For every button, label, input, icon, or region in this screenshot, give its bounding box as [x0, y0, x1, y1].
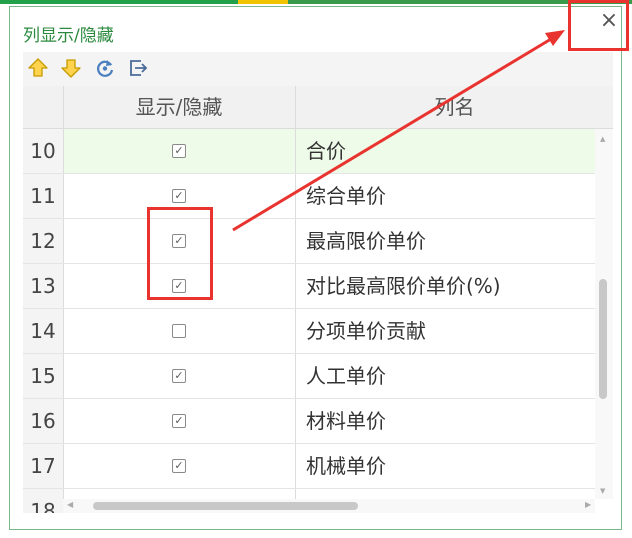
- vertical-scrollbar[interactable]: ▲ ▼: [595, 129, 613, 499]
- arrow-up-icon[interactable]: [27, 57, 49, 79]
- scroll-up-icon[interactable]: ▲: [600, 135, 605, 143]
- row-number: 16: [23, 399, 64, 443]
- grid-rows: 10 ✓ 合价 11 ✓ 综合单价 12 ✓ 最高限价单价 13 ✓ 对比最高限…: [23, 129, 595, 513]
- visibility-checkbox[interactable]: [172, 324, 186, 338]
- vertical-scroll-thumb[interactable]: [599, 279, 607, 399]
- dialog-title: 列显示/隐藏: [23, 26, 114, 46]
- visibility-cell: ✓: [63, 129, 296, 173]
- row-number: 13: [23, 264, 64, 308]
- horizontal-scroll-thumb[interactable]: [93, 502, 358, 510]
- visibility-cell: ✓: [63, 354, 296, 398]
- column-name: 机械单价: [306, 454, 386, 478]
- table-row[interactable]: 13 ✓ 对比最高限价单价(%): [23, 264, 595, 309]
- column-name: 对比最高限价单价(%): [306, 274, 501, 298]
- visibility-checkbox[interactable]: ✓: [172, 414, 186, 428]
- visibility-checkbox[interactable]: ✓: [172, 144, 186, 158]
- visibility-cell: [63, 309, 296, 353]
- column-name: 人工单价: [306, 364, 386, 388]
- header-corner: [23, 86, 64, 128]
- column-name: 综合单价: [306, 184, 386, 208]
- column-name: 分项单价贡献: [306, 319, 426, 343]
- header-column-name[interactable]: 列名: [296, 86, 613, 128]
- export-icon[interactable]: [127, 57, 149, 79]
- row-number: 12: [23, 219, 64, 263]
- row-number: 18: [23, 489, 64, 513]
- row-number: 15: [23, 354, 64, 398]
- visibility-cell: ✓: [63, 444, 296, 488]
- column-grid: 显示/隐藏 列名 10 ✓ 合价 11 ✓ 综合单价 12 ✓ 最高限价单价 1…: [23, 86, 613, 513]
- row-number: 17: [23, 444, 64, 488]
- scroll-down-icon[interactable]: ▼: [600, 487, 605, 495]
- table-row[interactable]: 14 分项单价贡献: [23, 309, 595, 354]
- table-row[interactable]: 16 ✓ 材料单价: [23, 399, 595, 444]
- checkbox-annotation-box: [147, 207, 213, 300]
- top-bar-green-segment: [0, 0, 238, 4]
- column-name: 合价: [306, 139, 346, 163]
- toolbar: [23, 52, 613, 86]
- column-name: 最高限价单价: [306, 229, 426, 253]
- close-annotation-box: [568, 0, 629, 51]
- visibility-checkbox[interactable]: ✓: [172, 459, 186, 473]
- scroll-left-icon[interactable]: ◀: [67, 500, 73, 509]
- table-row[interactable]: 11 ✓ 综合单价: [23, 174, 595, 219]
- horizontal-scrollbar[interactable]: ◀ ▶: [63, 499, 595, 513]
- column-name: 材料单价: [306, 409, 386, 433]
- visibility-cell: ✓: [63, 399, 296, 443]
- row-number: 10: [23, 129, 64, 173]
- table-row[interactable]: 15 ✓ 人工单价: [23, 354, 595, 399]
- table-row[interactable]: 12 ✓ 最高限价单价: [23, 219, 595, 264]
- table-row[interactable]: 10 ✓ 合价: [23, 129, 595, 174]
- visibility-checkbox[interactable]: ✓: [172, 369, 186, 383]
- row-number: 14: [23, 309, 64, 353]
- refresh-icon[interactable]: [94, 57, 116, 79]
- top-bar-yellow-segment: [238, 0, 288, 4]
- header-visibility[interactable]: 显示/隐藏: [63, 86, 296, 128]
- column-visibility-dialog: 列显示/隐藏 × 显示/隐藏 列名 10 ✓ 合价 11 ✓ 综合单价 12 ✓…: [9, 6, 622, 530]
- arrow-down-icon[interactable]: [60, 57, 82, 79]
- scroll-right-icon[interactable]: ▶: [585, 500, 591, 509]
- grid-header: 显示/隐藏 列名: [23, 86, 613, 129]
- row-number: 11: [23, 174, 64, 218]
- visibility-checkbox[interactable]: ✓: [172, 189, 186, 203]
- table-row[interactable]: 17 ✓ 机械单价: [23, 444, 595, 489]
